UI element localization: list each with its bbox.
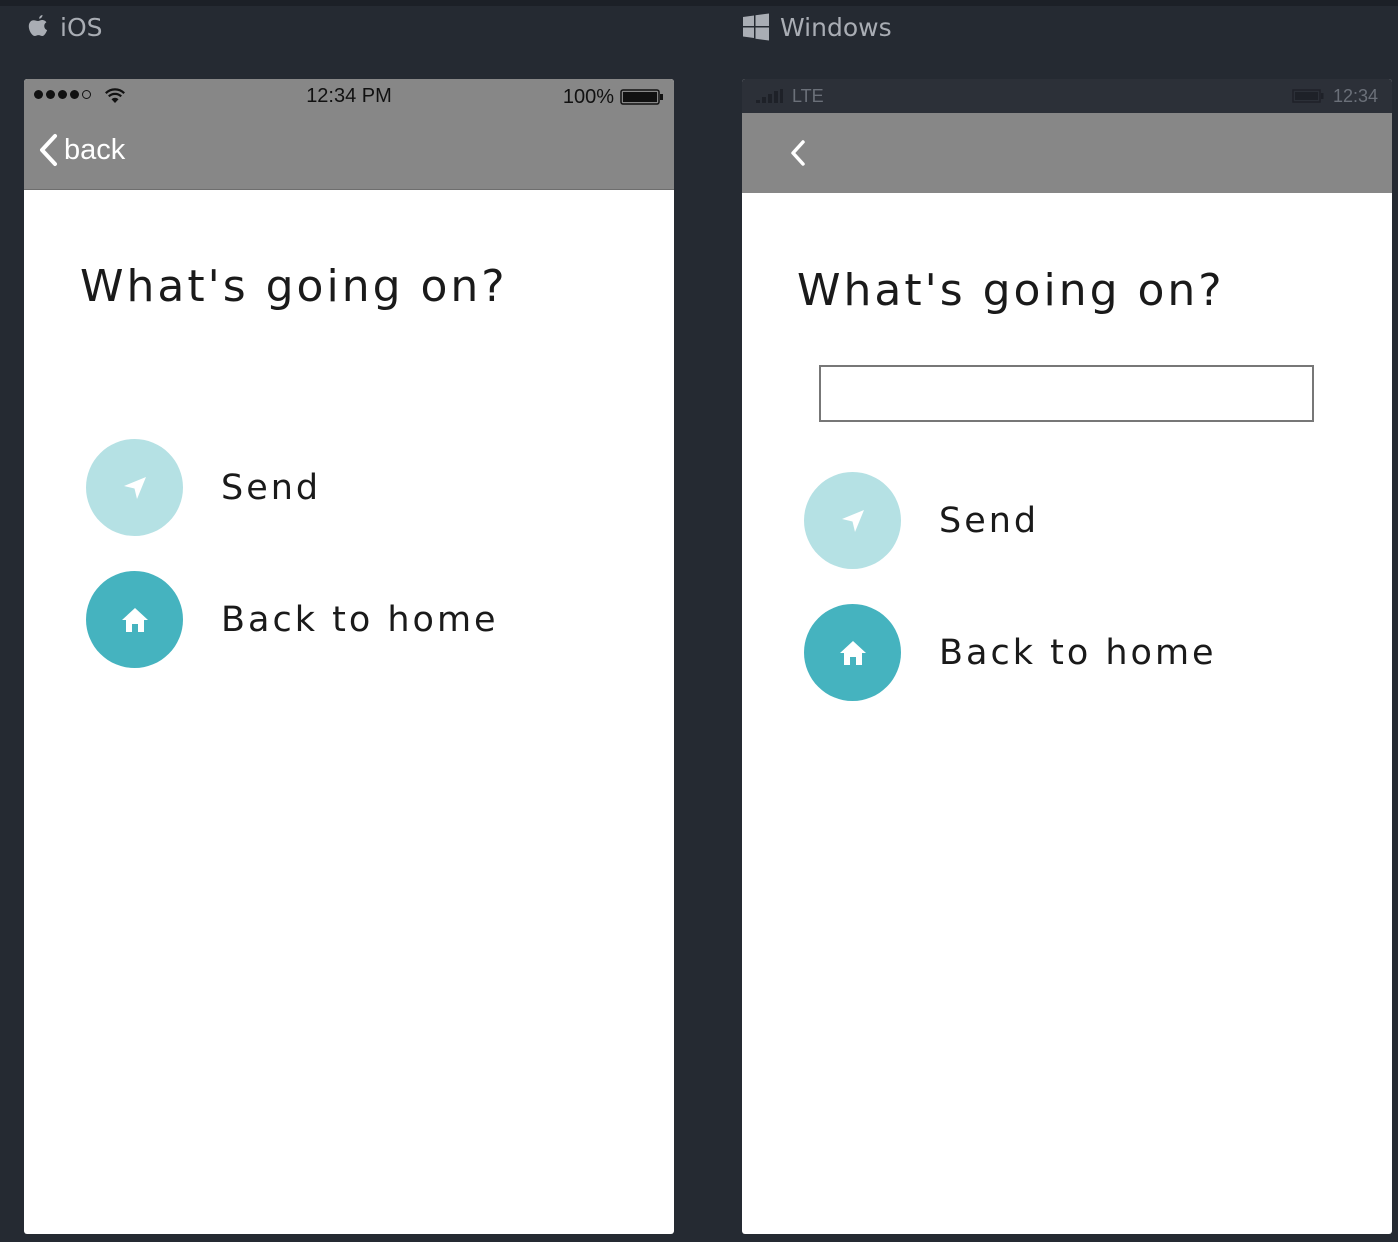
- send-button[interactable]: Send: [804, 472, 1039, 569]
- send-button[interactable]: Send: [86, 439, 321, 536]
- back-button-label: back: [64, 133, 126, 166]
- back-to-home-button[interactable]: Back to home: [804, 604, 1217, 701]
- windows-navigation-bar: [742, 113, 1392, 193]
- home-circle[interactable]: [804, 604, 901, 701]
- network-type: LTE: [792, 86, 824, 106]
- ios-battery-percent: 100%: [562, 86, 614, 108]
- page-title: What's going on?: [797, 265, 1225, 316]
- page-title: What's going on?: [80, 261, 508, 312]
- send-icon: [841, 509, 864, 532]
- ios-label-text: iOS: [60, 12, 103, 42]
- ios-navigation-bar: back: [24, 113, 674, 190]
- chevron-left-icon: [791, 140, 805, 166]
- send-label: Send: [939, 500, 1040, 541]
- battery-icon: [620, 89, 663, 105]
- windows-platform-label: Windows: [742, 10, 892, 44]
- window-top-border: [0, 0, 1398, 6]
- ios-phone-screen: 12:34 PM 100% back What's going on? Send: [24, 79, 674, 1234]
- back-button[interactable]: [786, 137, 810, 174]
- home-circle[interactable]: [86, 571, 183, 668]
- windows-logo-icon: [743, 13, 769, 41]
- back-to-home-label: Back to home: [939, 632, 1217, 673]
- windows-status-time: 12:34: [1332, 86, 1378, 106]
- send-circle[interactable]: [86, 439, 183, 536]
- message-input[interactable]: [819, 365, 1314, 422]
- back-button[interactable]: back: [38, 133, 125, 167]
- home-icon: [121, 607, 148, 632]
- windows-status-bar: LTE 12:34: [742, 79, 1392, 113]
- windows-phone-screen: LTE 12:34 What's going on? Send Back to …: [742, 79, 1392, 1234]
- windows-label-text: Windows: [780, 12, 892, 42]
- send-label: Send: [221, 467, 322, 508]
- ios-platform-label: iOS: [26, 10, 103, 44]
- ios-status-bar: 12:34 PM 100%: [24, 79, 674, 113]
- cellular-signal-icon: [756, 89, 783, 103]
- back-to-home-label: Back to home: [221, 599, 499, 640]
- battery-icon: [1292, 89, 1324, 103]
- back-to-home-button[interactable]: Back to home: [86, 571, 499, 668]
- send-icon: [123, 476, 146, 499]
- chevron-left-icon: [40, 134, 57, 166]
- send-circle[interactable]: [804, 472, 901, 569]
- home-icon: [839, 640, 866, 665]
- apple-icon: [28, 15, 48, 36]
